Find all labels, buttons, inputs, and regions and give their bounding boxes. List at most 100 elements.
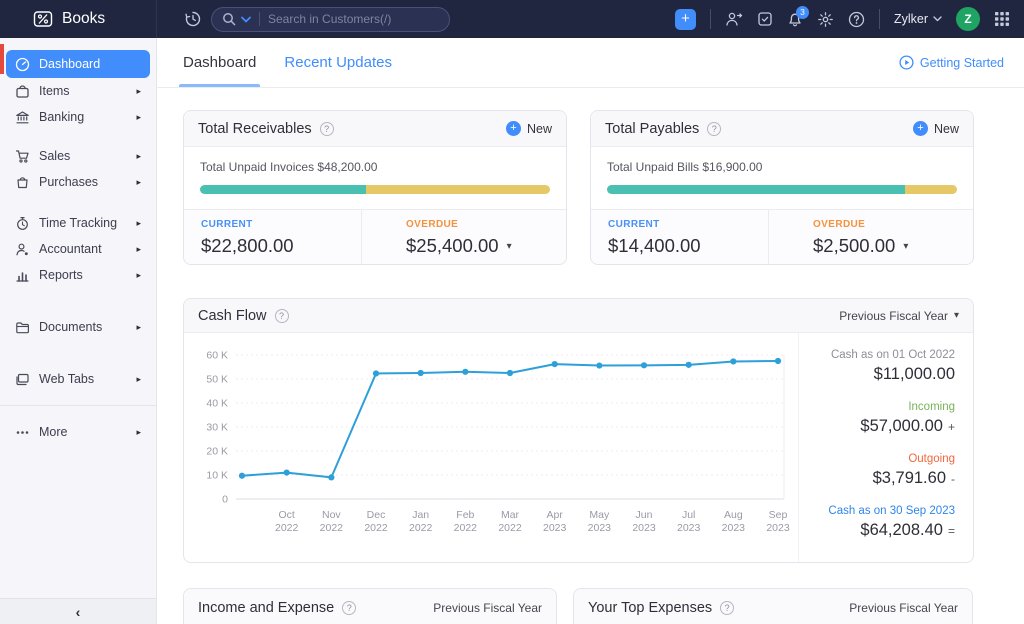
payables-progress-bar <box>607 185 957 194</box>
getting-started-link[interactable]: Getting Started <box>899 38 1004 87</box>
chevron-down-icon <box>933 16 942 22</box>
help-circle-icon[interactable]: ? <box>275 309 289 323</box>
y-axis-tick-label: 0 <box>222 494 228 506</box>
help-circle-icon[interactable]: ? <box>720 601 734 615</box>
y-axis-tick-label: 10 K <box>206 470 228 482</box>
x-axis-month-label: Nov <box>322 509 341 521</box>
sidebar-collapse-button[interactable]: ‹ <box>0 598 156 624</box>
expand-arrow-icon: ▸ <box>136 322 141 333</box>
expand-arrow-icon: ▸ <box>136 427 141 438</box>
org-switcher[interactable]: Zylker <box>894 12 942 26</box>
overdue-label: OVERDUE <box>813 219 973 230</box>
total-receivables-card: Total Receivables ? + New Total Unpaid I… <box>183 110 567 265</box>
user-avatar[interactable]: Z <box>956 7 980 31</box>
help-circle-icon[interactable]: ? <box>320 122 334 136</box>
x-axis-year-label: 2023 <box>766 522 790 534</box>
help-circle-icon[interactable]: ? <box>707 122 721 136</box>
sidebar-item-label: Banking <box>39 110 84 124</box>
data-point <box>552 361 558 367</box>
product-name: Books <box>62 10 105 28</box>
sidebar-item-purchases[interactable]: Purchases ▸ <box>6 169 150 195</box>
dropdown-caret-icon[interactable]: ▾ <box>903 241 908 252</box>
x-axis-month-label: Feb <box>456 509 474 521</box>
incoming-value: $57,000.00+ <box>799 417 955 436</box>
x-axis-year-label: 2023 <box>677 522 701 534</box>
minus-operator: - <box>951 472 955 486</box>
x-axis-month-label: Dec <box>367 509 386 521</box>
x-axis-year-label: 2022 <box>364 522 388 534</box>
org-name: Zylker <box>894 12 928 26</box>
new-bill-button[interactable]: + New <box>913 121 959 136</box>
closing-balance-label[interactable]: Cash as on 30 Sep 2023 <box>799 505 955 517</box>
recent-history-icon[interactable] <box>185 11 201 27</box>
top-expenses-card: Your Top Expenses ? Previous Fiscal Year <box>573 588 973 624</box>
quick-create-button[interactable]: + <box>675 9 696 30</box>
overdue-block[interactable]: OVERDUE $2,500.00 ▾ <box>768 210 973 264</box>
x-axis-month-label: Jul <box>682 509 695 521</box>
refer-users-icon[interactable] <box>725 11 743 27</box>
outgoing-label: Outgoing <box>799 453 955 465</box>
cash-flow-summary: Cash as on 01 Oct 2022 $11,000.00 Incomi… <box>798 333 973 562</box>
fiscal-year-dropdown[interactable]: Previous Fiscal Year <box>849 601 958 615</box>
global-search[interactable] <box>211 7 450 32</box>
data-point <box>239 473 245 479</box>
main-content: Dashboard Recent Updates Getting Started… <box>157 38 1024 624</box>
reports-icon <box>15 268 30 283</box>
income-expense-card: Income and Expense ? Previous Fiscal Yea… <box>183 588 557 624</box>
expand-arrow-icon: ▸ <box>136 218 141 229</box>
sidebar-item-reports[interactable]: Reports ▸ <box>6 262 150 288</box>
dropdown-caret-icon[interactable]: ▾ <box>507 241 512 252</box>
sidebar-item-web-tabs[interactable]: Web Tabs ▸ <box>6 366 150 392</box>
sidebar-item-time-tracking[interactable]: Time Tracking ▸ <box>6 210 150 236</box>
fiscal-year-dropdown[interactable]: Previous Fiscal Year <box>433 601 542 615</box>
apps-grid-icon[interactable] <box>994 11 1010 27</box>
overdue-amount: $25,400.00 <box>406 235 499 257</box>
x-axis-month-label: Apr <box>546 509 563 521</box>
sidebar-item-label: Time Tracking <box>39 216 117 230</box>
sidebar-item-more[interactable]: More ▸ <box>6 419 150 445</box>
card-title: Total Receivables <box>198 121 312 137</box>
new-button-label: New <box>527 122 552 136</box>
current-amount: $14,400.00 <box>608 235 768 257</box>
fiscal-year-dropdown[interactable]: Previous Fiscal Year ▾ <box>839 309 959 323</box>
sidebar-red-strip <box>0 44 4 74</box>
sidebar-item-dashboard[interactable]: Dashboard <box>6 50 150 78</box>
dashboard-cards: Total Receivables ? + New Total Unpaid I… <box>157 88 1024 624</box>
sidebar-item-items[interactable]: Items ▸ <box>6 78 150 104</box>
x-axis-month-label: Mar <box>501 509 520 521</box>
overdue-amount: $2,500.00 <box>813 235 895 257</box>
current-segment <box>607 185 905 194</box>
data-point <box>507 370 513 376</box>
overdue-block[interactable]: OVERDUE $25,400.00▾ <box>361 210 566 264</box>
sidebar-item-label: More <box>39 425 67 439</box>
sidebar-item-sales[interactable]: Sales ▸ <box>6 143 150 169</box>
x-axis-year-label: 2023 <box>632 522 656 534</box>
new-invoice-button[interactable]: + New <box>506 121 552 136</box>
settings-gear-icon[interactable] <box>817 11 834 28</box>
x-axis-year-label: 2022 <box>498 522 522 534</box>
sidebar-item-banking[interactable]: Banking ▸ <box>6 104 150 130</box>
sidebar-item-documents[interactable]: Documents ▸ <box>6 314 150 340</box>
subscription-icon[interactable] <box>757 11 773 27</box>
tab-recent-updates[interactable]: Recent Updates <box>284 38 392 87</box>
help-icon[interactable] <box>848 11 865 28</box>
search-input[interactable] <box>268 12 439 26</box>
notifications-bell-icon[interactable]: 3 <box>787 11 803 28</box>
y-axis-tick-label: 60 K <box>206 350 228 362</box>
content-header: Dashboard Recent Updates Getting Started <box>157 38 1024 88</box>
tab-dashboard[interactable]: Dashboard <box>183 38 256 87</box>
y-axis-tick-label: 40 K <box>206 398 228 410</box>
sidebar-item-accountant[interactable]: Accountant ▸ <box>6 236 150 262</box>
brand[interactable]: Books <box>0 0 157 38</box>
opening-balance-value: $11,000.00 <box>799 365 955 384</box>
current-label: CURRENT <box>608 219 768 230</box>
top-navbar: Books + 3 <box>0 0 1024 38</box>
sidebar-item-label: Dashboard <box>39 57 100 71</box>
search-scope-chevron-icon[interactable] <box>241 16 251 23</box>
cash-flow-line-chart: 010 K20 K30 K40 K50 K60 KOct2022Nov2022D… <box>192 341 792 555</box>
data-point <box>686 362 692 368</box>
dropdown-caret-icon: ▾ <box>954 310 959 321</box>
data-point <box>775 358 781 364</box>
sidebar-item-label: Sales <box>39 149 70 163</box>
help-circle-icon[interactable]: ? <box>342 601 356 615</box>
